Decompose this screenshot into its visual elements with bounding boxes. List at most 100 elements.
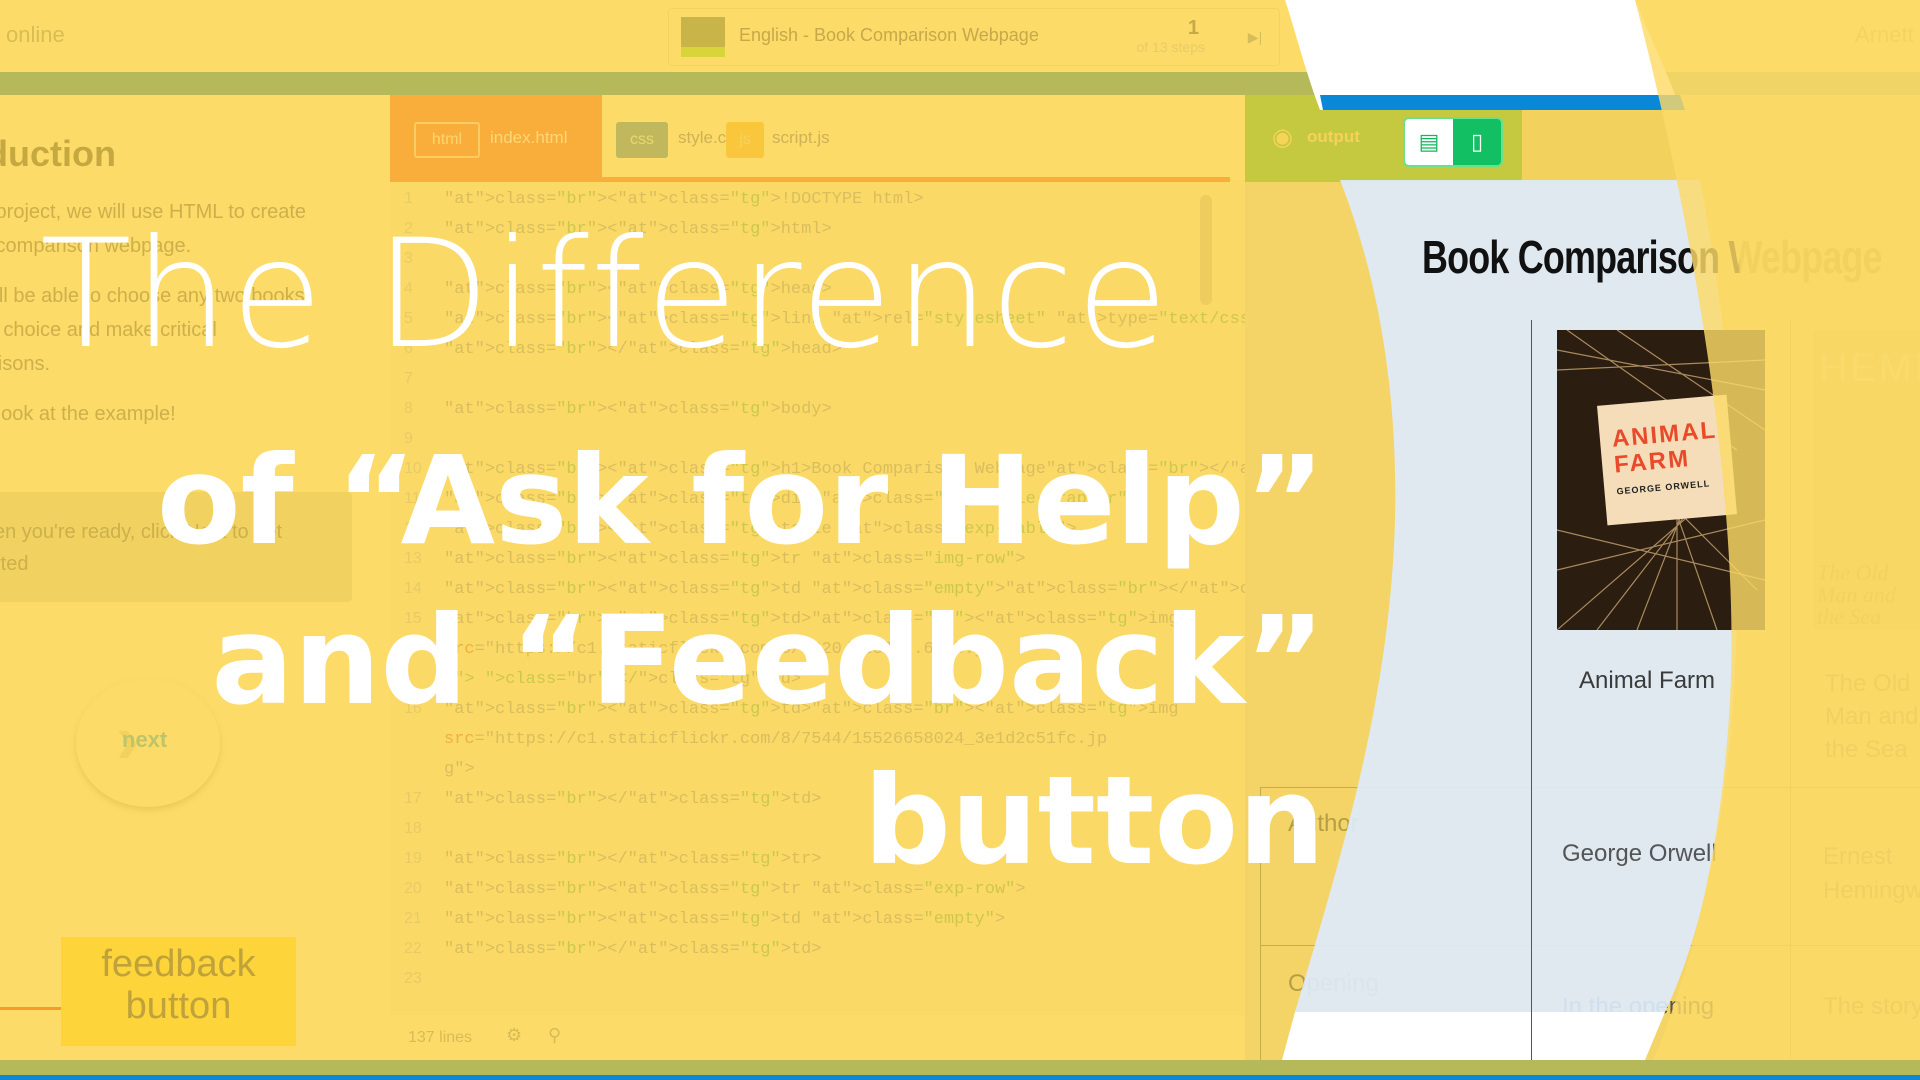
next-button[interactable]: › next: [76, 679, 220, 807]
code-text: "at">class="br"></"at">class="tg">td>: [444, 790, 822, 809]
code-line: 6 "at">class="br"></"at">class="tg">head>: [390, 340, 1220, 370]
book-title-cell: Animal Farm: [1579, 667, 1716, 694]
code-line: 9: [390, 430, 1220, 460]
lesson-text: s project, we will use HTML to create: [0, 201, 307, 223]
lesson-text: arisons.: [0, 353, 51, 375]
line-number: 10: [404, 460, 422, 477]
code-line: 20 "at">class="br"><"at">class="tg">tr "…: [390, 880, 1220, 910]
preview-heading: Book Comparison Webpage: [1422, 231, 1883, 283]
editor-scrollbar[interactable]: [1200, 195, 1212, 305]
tab-label: script.js: [772, 128, 830, 147]
course-thumbnail: [681, 17, 725, 57]
output-header: ◉ output ▤ ▯: [1245, 95, 1920, 182]
table-divider: [1531, 320, 1532, 1060]
skip-step-button[interactable]: ▶|: [1239, 21, 1271, 53]
mobile-view-button[interactable]: ▯: [1453, 119, 1501, 165]
active-tab-indicator: [390, 177, 1230, 182]
code-text: "at">class="br"><"at">class="tg">td "at"…: [444, 910, 1006, 929]
output-preview: Book Comparison Webpage ANIMAL FARM GEOR…: [1245, 190, 1920, 1060]
table-divider: [1790, 320, 1791, 1060]
table-divider: [1260, 787, 1920, 788]
next-label: next: [122, 727, 168, 752]
desktop-view-button[interactable]: ▤: [1405, 119, 1453, 165]
code-line: src="https://c1.staticflickr.com/3/2320/…: [390, 640, 1220, 670]
line-number: 17: [404, 790, 422, 807]
connection-status: online: [6, 22, 65, 47]
tab-index-html[interactable]: html index.html: [390, 95, 602, 177]
code-line: 18: [390, 820, 1220, 850]
bottom-blue-band: [0, 1075, 1920, 1080]
code-line: 10 "at">class="br"><"at">class="tg">h1>B…: [390, 460, 1423, 490]
code-line: g"> ">class="br"></">class="tg">td>: [390, 670, 1220, 700]
cover-author: GEORGE ORWELL: [1618, 478, 1713, 497]
code-line: 3: [390, 250, 1220, 280]
course-progress-card: English - Book Comparison Webpage 1 of 1…: [668, 8, 1280, 66]
current-step: 1: [1187, 17, 1199, 39]
code-editor: html index.html css style.css js script.…: [390, 95, 1515, 1060]
code-line: 17 "at">class="br"></"at">class="tg">td>: [390, 790, 1220, 820]
code-text: "at">class="br"><"at">class="tg">td>"at"…: [444, 700, 1179, 719]
code-line: g">: [390, 760, 1220, 790]
code-text: "at">class="br"></"at">class="tg">head>: [444, 340, 842, 359]
line-number: 15: [404, 610, 422, 627]
line-number: 14: [404, 580, 422, 597]
step-total: of 13 steps: [1136, 39, 1206, 55]
opening-cell: In the opening: [1562, 993, 1715, 1020]
css-file-icon: css: [616, 122, 668, 158]
code-line: src="https://c1.staticflickr.com/8/7544/…: [390, 730, 1220, 760]
hint-text: en you're ready, click Next to get: [0, 521, 283, 543]
lesson-text: ur choice and make critical: [0, 319, 217, 341]
code-text: "at">class="br"><"at">class="tg">td>"at"…: [444, 610, 1179, 629]
code-line: 5 "at">class="br"><"at">class="tg">link …: [390, 310, 1515, 340]
hint-box: en you're ready, click Next to get rted: [0, 492, 352, 602]
code-line: 2 "at">class="br"><"at">class="tg">html>: [390, 220, 1220, 250]
code-text: "at">class="br"><"at">class="tg">tr "at"…: [444, 550, 1026, 569]
code-text: "at">class="br"><"at">class="tg">!DOCTYP…: [444, 190, 924, 209]
table-divider: [1260, 787, 1261, 1060]
line-number: 2: [404, 220, 413, 237]
code-line: 12 "at">class="br"><"at">class="tg">tabl…: [390, 520, 1220, 550]
tab-style-css[interactable]: css style.css: [602, 95, 743, 177]
line-number: 19: [404, 850, 422, 867]
code-line: 1 "at">class="br"><"at">class="tg">!DOCTY…: [390, 190, 1220, 220]
eye-icon: ◉: [1272, 124, 1293, 151]
user-name[interactable]: Arnett: [1855, 22, 1914, 48]
code-text: "at">class="br"><"at">class="tg">td "at"…: [444, 580, 1383, 599]
tab-label: index.html: [490, 128, 568, 147]
file-tabs: html index.html css style.css js script.…: [390, 95, 1245, 182]
feedback-button[interactable]: feedback button: [61, 937, 296, 1046]
row-label-opening: Opening: [1288, 970, 1379, 997]
code-text: "at">class="br"><"at">class="tg">body>: [444, 400, 832, 419]
code-text: "at">class="br"><"at">class="tg">table "…: [444, 520, 1077, 539]
code-line: 16 "at">class="br"><"at">class="tg">td>"…: [390, 700, 1220, 730]
tab-script-js[interactable]: js script.js: [712, 95, 830, 177]
search-icon[interactable]: ⚲: [548, 1025, 561, 1046]
line-number: 21: [404, 910, 422, 927]
line-number: 23: [404, 970, 422, 987]
line-number: 22: [404, 940, 422, 957]
book-cover-animal-farm: ANIMAL FARM GEORGE ORWELL: [1557, 330, 1765, 630]
monitor-icon: ▤: [1418, 129, 1440, 154]
device-toggle: ▤ ▯: [1403, 117, 1503, 167]
line-number: 3: [404, 250, 413, 267]
code-line: 21 "at">class="br"><"at">class="tg">td "…: [390, 910, 1220, 940]
line-number: 12: [404, 520, 422, 537]
line-number: 5: [404, 310, 413, 327]
feedback-button-label: feedback button: [101, 943, 256, 1027]
author-cell: George Orwell: [1562, 840, 1717, 867]
callout-connector: [0, 1007, 61, 1010]
code-text: "at">class="br"><"at">class="tg">tr "at"…: [444, 880, 1026, 899]
code-line: 8 "at">class="br"><"at">class="tg">body>: [390, 400, 1220, 430]
code-text: "at">class="br"><"at">class="tg">div "at…: [444, 490, 1138, 509]
line-number: 7: [404, 370, 413, 387]
bug-icon[interactable]: ⚙: [506, 1025, 522, 1046]
code-line: 22 "at">class="br"></"at">class="tg">td>: [390, 940, 1220, 970]
code-area[interactable]: 1 "at">class="br"><"at">class="tg">!DOCTY…: [390, 190, 1515, 1010]
code-text: src="https://c1.staticflickr.com/8/7544/…: [444, 730, 1108, 749]
code-line: 4 "at">class="br"><"at">class="tg">head>: [390, 280, 1220, 310]
cover-title: The Old Man and the Sea: [1817, 560, 1896, 629]
line-number: 4: [404, 280, 413, 297]
html-file-icon: html: [414, 122, 480, 158]
skip-forward-icon: ▶|: [1247, 29, 1263, 45]
lesson-text: will be able to choose any two books: [0, 285, 305, 307]
